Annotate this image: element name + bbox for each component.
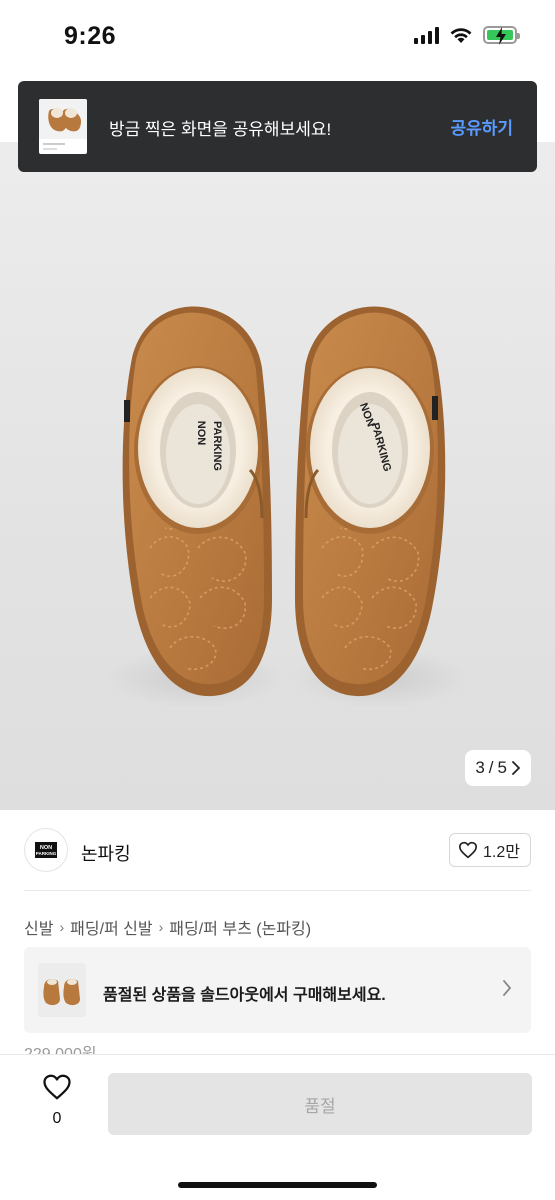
heart-icon bbox=[459, 841, 478, 859]
product-image: NON PARKING NON PARKING bbox=[105, 306, 470, 708]
page-current: 3 bbox=[475, 758, 485, 777]
share-banner: 방금 찍은 화면을 공유해보세요! 공유하기 bbox=[18, 81, 537, 172]
promo-product-thumbnail bbox=[38, 963, 86, 1017]
breadcrumb-item-shoes[interactable]: 신발 bbox=[24, 915, 53, 939]
soldout-button[interactable]: 품절 bbox=[108, 1073, 532, 1135]
screenshot-thumbnail bbox=[39, 99, 87, 154]
svg-text:NON: NON bbox=[195, 421, 207, 446]
home-indicator bbox=[178, 1182, 377, 1188]
chevron-right-icon bbox=[512, 761, 520, 775]
breadcrumb-separator-icon: › bbox=[59, 919, 65, 935]
page-separator: / bbox=[488, 758, 494, 777]
soldout-promo-card[interactable]: 품절된 상품을 솔드아웃에서 구매해보세요. bbox=[24, 947, 531, 1033]
svg-text:PARKING: PARKING bbox=[211, 421, 223, 471]
brand-logo-mark: NON PARKING bbox=[35, 842, 57, 858]
bottom-action-bar: 0 품절 bbox=[0, 1054, 555, 1200]
brand-name[interactable]: 논파킹 bbox=[81, 840, 131, 866]
heart-icon bbox=[43, 1074, 71, 1100]
status-icons bbox=[414, 26, 520, 45]
page-indicator[interactable]: 3 / 5 bbox=[465, 750, 531, 786]
wifi-icon bbox=[450, 28, 472, 43]
svg-text:PARKING: PARKING bbox=[36, 851, 57, 856]
brand-like-button[interactable]: 1.2만 bbox=[449, 833, 531, 867]
breadcrumb-separator-icon: › bbox=[158, 919, 164, 935]
wish-count: 0 bbox=[52, 1110, 62, 1127]
status-bar: 9:26 bbox=[0, 0, 555, 78]
brand-logo[interactable]: NON PARKING bbox=[24, 828, 68, 872]
brand-like-count: 1.2만 bbox=[483, 844, 520, 861]
product-gallery[interactable]: NON PARKING NON PARKING 3 / 5 bbox=[0, 78, 555, 810]
wish-button[interactable]: 0 bbox=[38, 1073, 76, 1128]
battery-charging-icon bbox=[483, 26, 520, 45]
page-total: 5 bbox=[497, 758, 507, 777]
breadcrumb-item-padding-shoes[interactable]: 패딩/퍼 신발 bbox=[70, 915, 153, 939]
chevron-right-icon bbox=[503, 980, 511, 996]
share-button[interactable]: 공유하기 bbox=[450, 114, 513, 139]
share-message: 방금 찍은 화면을 공유해보세요! bbox=[109, 120, 332, 139]
promo-text: 품절된 상품을 솔드아웃에서 구매해보세요. bbox=[103, 987, 386, 1004]
breadcrumb-item-padding-boots[interactable]: 패딩/퍼 부츠 (논파킹) bbox=[169, 915, 311, 939]
brand-row[interactable]: NON PARKING 논파킹 1.2만 bbox=[24, 828, 531, 874]
breadcrumb: 신발 › 패딩/퍼 신발 › 패딩/퍼 부츠 (논파킹) bbox=[24, 915, 311, 939]
signal-icon bbox=[414, 26, 439, 44]
divider bbox=[24, 890, 531, 891]
status-time: 9:26 bbox=[64, 22, 117, 50]
